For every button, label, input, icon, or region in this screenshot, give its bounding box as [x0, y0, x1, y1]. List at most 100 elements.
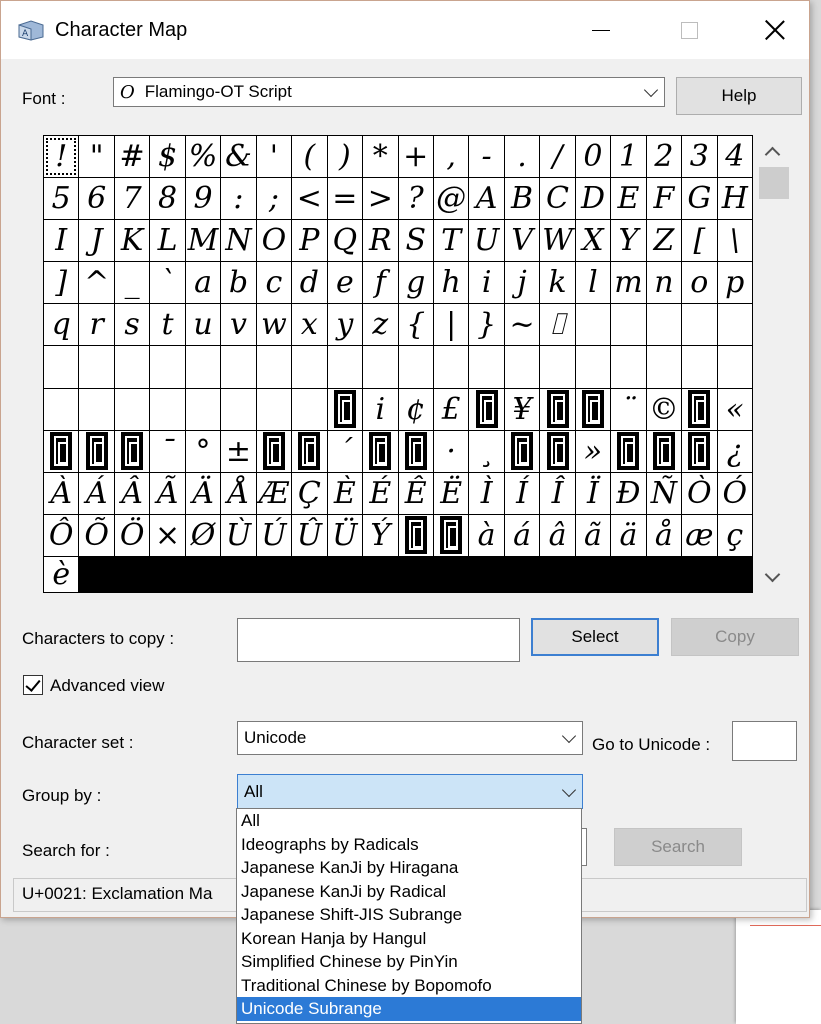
- group-by-option[interactable]: Simplified Chinese by PinYin: [237, 950, 581, 974]
- character-cell[interactable]: Ñ: [646, 472, 682, 514]
- minimize-button[interactable]: [557, 1, 645, 59]
- character-cell[interactable]: p: [717, 262, 752, 304]
- character-cell[interactable]: ¥: [504, 388, 540, 430]
- character-cell[interactable]: «: [717, 388, 752, 430]
- character-cell[interactable]: å: [646, 514, 682, 556]
- character-cell[interactable]: P: [292, 220, 327, 262]
- character-cell[interactable]: T: [433, 220, 469, 262]
- character-cell[interactable]: |: [433, 304, 469, 346]
- character-cell[interactable]: [504, 346, 540, 388]
- character-cell[interactable]: (: [292, 136, 327, 178]
- character-cell[interactable]: G: [682, 178, 717, 220]
- character-cell[interactable]: [79, 346, 114, 388]
- character-cell[interactable]: ©: [646, 388, 682, 430]
- character-cell[interactable]: U: [469, 220, 504, 262]
- character-cell[interactable]: [363, 346, 398, 388]
- character-cell[interactable]: Ü: [327, 514, 363, 556]
- character-cell[interactable]: ¯: [150, 430, 185, 472]
- character-cell[interactable]: â: [540, 514, 575, 556]
- character-cell[interactable]: C: [540, 178, 575, 220]
- scroll-down-icon[interactable]: [764, 566, 781, 583]
- character-cell[interactable]: Ä: [185, 472, 221, 514]
- character-cell[interactable]: Û: [292, 514, 327, 556]
- character-cell[interactable]: +: [398, 136, 433, 178]
- character-cell[interactable]: [327, 346, 363, 388]
- character-cell[interactable]: x: [292, 304, 327, 346]
- character-cell[interactable]: Ê: [398, 472, 433, 514]
- character-cell[interactable]: [540, 388, 575, 430]
- character-cell[interactable]: >: [363, 178, 398, 220]
- character-cell[interactable]: W: [540, 220, 575, 262]
- character-cell[interactable]: r: [79, 304, 114, 346]
- character-cell[interactable]: 0: [575, 136, 611, 178]
- character-cell[interactable]: [292, 430, 327, 472]
- character-cell[interactable]: ×: [150, 514, 185, 556]
- character-cell[interactable]: &: [221, 136, 256, 178]
- character-cell[interactable]: ': [256, 136, 292, 178]
- character-cell[interactable]: [646, 304, 682, 346]
- character-cell[interactable]: ~: [504, 304, 540, 346]
- character-cell[interactable]: ¸: [469, 430, 504, 472]
- character-cell[interactable]: ": [79, 136, 114, 178]
- character-cell[interactable]: Í: [504, 472, 540, 514]
- scroll-thumb[interactable]: [759, 167, 789, 199]
- character-cell[interactable]: h: [433, 262, 469, 304]
- group-by-option[interactable]: All: [237, 809, 581, 833]
- character-cell[interactable]: [150, 388, 185, 430]
- character-cell[interactable]: Ç: [292, 472, 327, 514]
- group-by-option[interactable]: Traditional Chinese by Bopomofo: [237, 974, 581, 998]
- character-cell[interactable]: à: [469, 514, 504, 556]
- character-cell[interactable]: [398, 346, 433, 388]
- character-cell[interactable]: ): [327, 136, 363, 178]
- character-cell[interactable]: [114, 388, 150, 430]
- character-cell[interactable]: æ: [682, 514, 717, 556]
- character-cell[interactable]: I: [44, 220, 79, 262]
- character-cell[interactable]: @: [433, 178, 469, 220]
- character-cell[interactable]: a: [185, 262, 221, 304]
- character-cell[interactable]: Î: [540, 472, 575, 514]
- character-cell[interactable]: ¨: [611, 388, 646, 430]
- character-cell[interactable]: c: [256, 262, 292, 304]
- character-cell[interactable]: [646, 430, 682, 472]
- character-cell[interactable]: l: [575, 262, 611, 304]
- character-cell[interactable]: -: [469, 136, 504, 178]
- character-cell[interactable]: j: [504, 262, 540, 304]
- character-cell[interactable]: q: [44, 304, 79, 346]
- character-cell[interactable]: [611, 304, 646, 346]
- character-cell[interactable]: z: [363, 304, 398, 346]
- character-cell[interactable]: ¿: [717, 430, 752, 472]
- character-cell[interactable]: [575, 346, 611, 388]
- character-cell[interactable]: [256, 346, 292, 388]
- character-cell[interactable]: _: [114, 262, 150, 304]
- character-cell[interactable]: V: [504, 220, 540, 262]
- character-cell[interactable]: [433, 346, 469, 388]
- character-cell[interactable]: É: [363, 472, 398, 514]
- title-bar[interactable]: A Character Map: [1, 1, 809, 59]
- character-cell[interactable]: [292, 388, 327, 430]
- character-cell[interactable]: *: [363, 136, 398, 178]
- character-cell[interactable]: .: [504, 136, 540, 178]
- character-cell[interactable]: d: [292, 262, 327, 304]
- character-cell[interactable]: H: [717, 178, 752, 220]
- character-cell[interactable]: ä: [611, 514, 646, 556]
- character-cell[interactable]: S: [398, 220, 433, 262]
- character-cell[interactable]: i: [363, 388, 398, 430]
- character-cell[interactable]: Å: [221, 472, 256, 514]
- character-cell[interactable]: X: [575, 220, 611, 262]
- character-cell[interactable]: [221, 346, 256, 388]
- character-cell[interactable]: D: [575, 178, 611, 220]
- character-cell[interactable]: Ï: [575, 472, 611, 514]
- character-cell[interactable]: $: [150, 136, 185, 178]
- grid-scrollbar[interactable]: [757, 135, 791, 593]
- help-button[interactable]: Help: [676, 77, 802, 115]
- character-cell[interactable]: ;: [256, 178, 292, 220]
- search-button[interactable]: Search: [614, 828, 742, 866]
- character-cell[interactable]: [: [682, 220, 717, 262]
- character-cell[interactable]: È: [327, 472, 363, 514]
- maximize-button[interactable]: [645, 1, 733, 59]
- character-cell[interactable]: [292, 346, 327, 388]
- character-cell[interactable]: Â: [114, 472, 150, 514]
- character-cell[interactable]: Y: [611, 220, 646, 262]
- character-cell[interactable]: [575, 388, 611, 430]
- character-cell[interactable]: [717, 346, 752, 388]
